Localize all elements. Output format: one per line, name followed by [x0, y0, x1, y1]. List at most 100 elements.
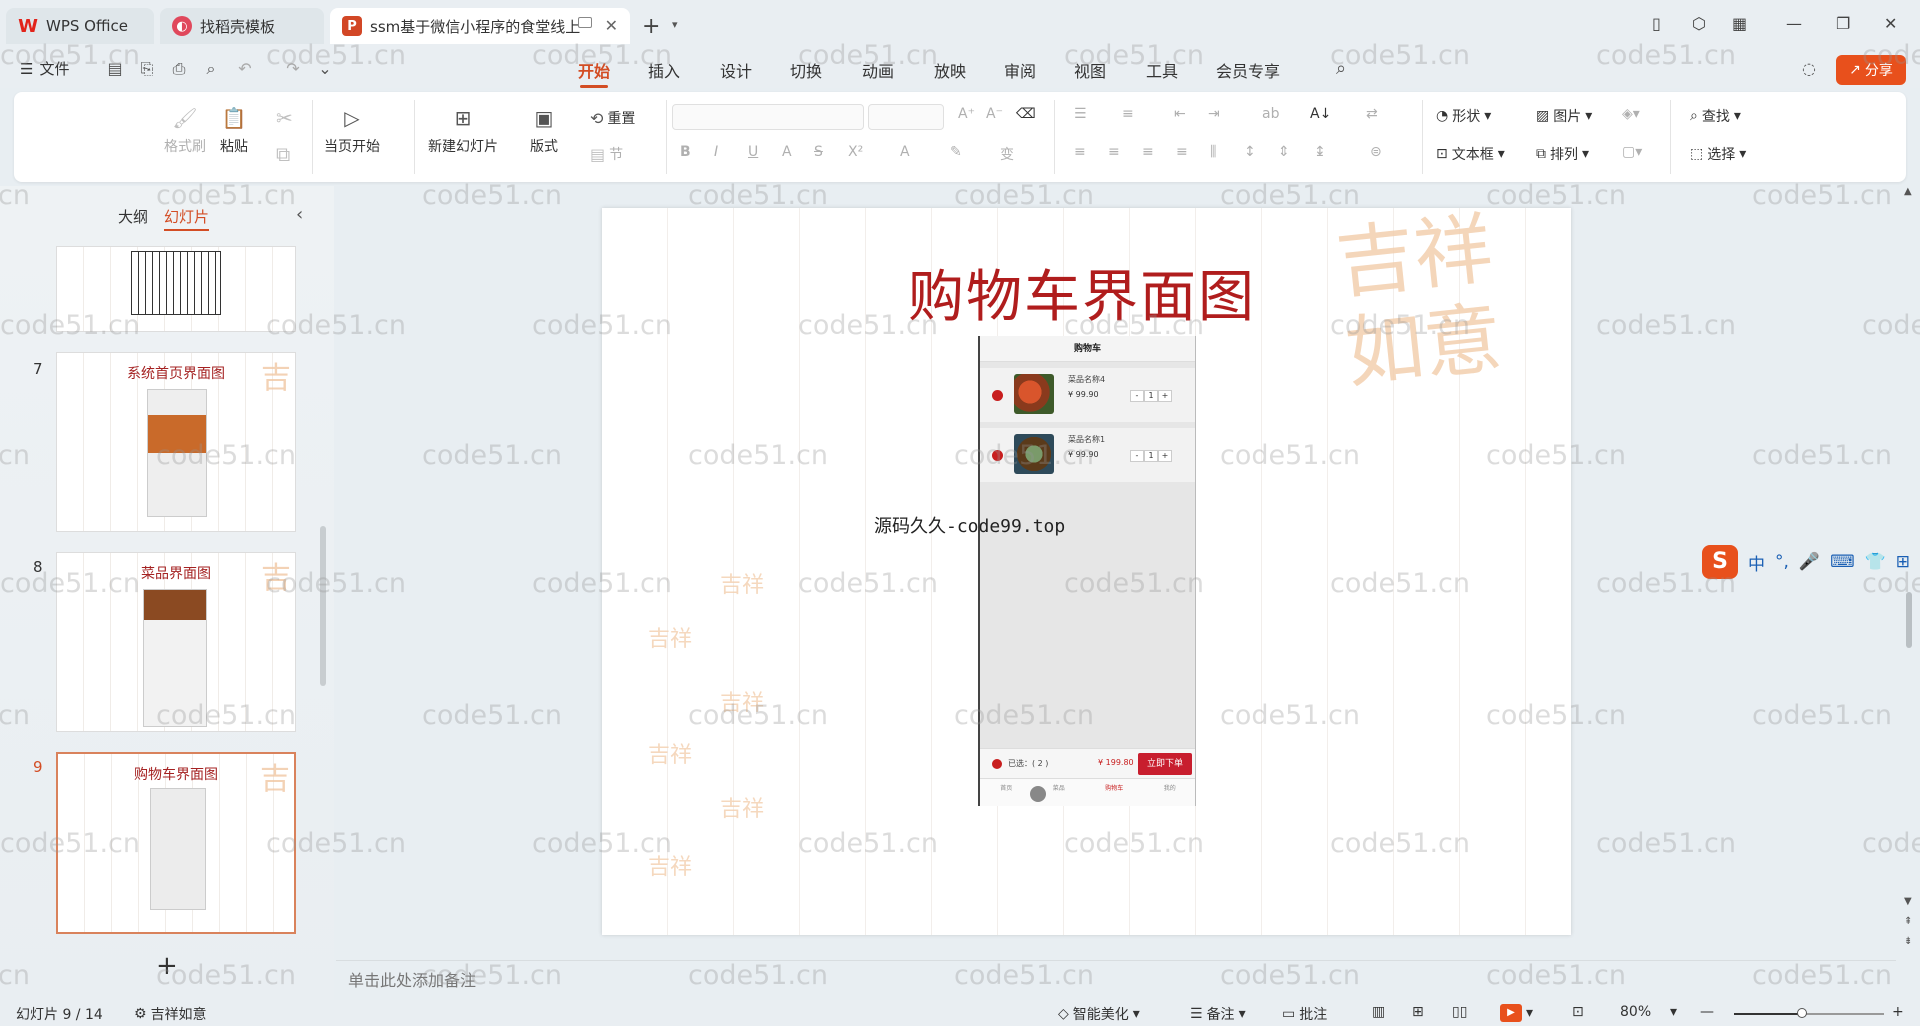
zoom-in-icon[interactable]: + [1892, 1004, 1904, 1020]
file-menu[interactable]: ☰ 文件 [20, 58, 69, 79]
slide-canvas[interactable]: 吉祥如意 吉祥 吉祥 吉祥 吉祥 吉祥 吉祥 购物车界面图 购物车 菜品名称4 … [602, 208, 1571, 935]
fill-icon[interactable]: ◈▾ [1622, 106, 1640, 122]
tab-design[interactable]: 设计 [720, 58, 752, 82]
chat-icon[interactable]: ◌ [1800, 60, 1818, 78]
align-left-icon[interactable]: ≡ [1074, 144, 1086, 160]
share-button[interactable]: ↗ 分享 [1836, 55, 1906, 85]
scroll-up-icon[interactable]: ▲ [1904, 186, 1912, 197]
add-slide-icon[interactable]: + [156, 951, 178, 981]
ime-language[interactable]: 中 [1748, 550, 1765, 575]
column-icon[interactable]: ⇕ [1278, 144, 1290, 160]
underline-icon[interactable]: U [748, 144, 758, 160]
keyboard-icon[interactable]: ⌨ [1830, 552, 1855, 572]
beautify-button[interactable]: ◇ 智能美化 ▾ [1058, 1004, 1140, 1024]
tab-home[interactable]: 开始 [578, 58, 610, 88]
tab-daoke-templates[interactable]: ◐ 找稻壳模板 [160, 8, 324, 44]
panel-scrollbar[interactable] [320, 526, 326, 686]
zoom-slider[interactable] [1734, 1008, 1884, 1018]
shadow-icon[interactable]: A [782, 144, 792, 160]
paste-button[interactable]: 📋 粘贴 [220, 106, 248, 156]
bold-icon[interactable]: B [680, 144, 691, 160]
copy-icon[interactable]: ⧉ [276, 142, 290, 166]
new-slide-button[interactable]: ⊞ 新建幻灯片 [428, 106, 498, 156]
ime-toolbar[interactable]: S 中 °, 🎤 ⌨ 👕 ⊞ [1700, 544, 1920, 580]
more-chevron-icon[interactable]: ⌄ [316, 60, 334, 78]
decrease-indent-icon[interactable]: ⇤ [1174, 106, 1186, 122]
search-icon[interactable]: ⌕ [1332, 60, 1350, 78]
eraser-icon[interactable]: ⌫ [1016, 106, 1036, 122]
distribute-icon[interactable]: ⫼ [1210, 144, 1216, 160]
tab-slideshow[interactable]: 放映 [934, 58, 966, 82]
tab-animation[interactable]: 动画 [862, 58, 894, 82]
chevron-down-icon[interactable]: ▾ [672, 18, 678, 31]
slide-thumbnail-6[interactable] [56, 246, 296, 332]
zoom-out-icon[interactable]: — [1700, 1004, 1714, 1020]
microphone-icon[interactable]: 🎤 [1799, 552, 1820, 572]
font-family-select[interactable] [672, 104, 864, 130]
undo-icon[interactable]: ↶ [236, 60, 254, 78]
zoom-level[interactable]: 80% [1620, 1004, 1651, 1020]
layout-button[interactable]: ▣ 版式 [530, 106, 558, 156]
close-window-icon[interactable]: ✕ [1884, 14, 1897, 33]
notes-pane[interactable]: 单击此处添加备注 [336, 960, 1896, 1000]
tab-view[interactable]: 视图 [1074, 58, 1106, 82]
punctuation-icon[interactable]: °, [1775, 552, 1789, 572]
decrease-font-icon[interactable]: A⁻ [986, 106, 1003, 122]
play-slideshow-button[interactable]: ▶ ▾ [1500, 1004, 1533, 1022]
superscript-icon[interactable]: X² [848, 144, 863, 160]
tab-wps-office[interactable]: W WPS Office [6, 8, 154, 44]
reset-button[interactable]: ⟲ 重置 [590, 108, 635, 128]
font-color-icon[interactable]: A [900, 144, 910, 160]
font-size-select[interactable] [868, 104, 944, 130]
tab-review[interactable]: 审阅 [1004, 58, 1036, 82]
text-effect-icon[interactable]: ⇄ [1366, 106, 1378, 122]
reading-view-icon[interactable]: ▯▯ [1452, 1004, 1467, 1020]
picture-button[interactable]: ▨ 图片 ▾ [1536, 106, 1592, 126]
text-align-vertical-icon[interactable]: ⊜ [1370, 144, 1382, 160]
section-button[interactable]: ▤ 节 [590, 144, 623, 164]
textbox-button[interactable]: ⊡ 文本框 ▾ [1436, 144, 1505, 164]
outline-icon[interactable]: ▢▾ [1622, 144, 1642, 160]
avatar[interactable]: ▦ [1732, 14, 1747, 33]
grid-icon[interactable]: ⊞ [1896, 552, 1910, 572]
highlight-icon[interactable]: ✎ [950, 144, 962, 160]
align-right-icon[interactable]: ≡ [1142, 144, 1154, 160]
format-painter-button[interactable]: 🖌 格式刷 [164, 106, 206, 156]
phonetic-icon[interactable]: 变 [1000, 144, 1014, 164]
tab-insert[interactable]: 插入 [648, 58, 680, 82]
play-from-current-button[interactable]: ▷ 当页开始 [324, 106, 380, 156]
minimize-icon[interactable]: — [1786, 14, 1802, 33]
italic-icon[interactable]: I [714, 144, 718, 160]
window-mode-icon[interactable] [578, 17, 592, 28]
tab-tools[interactable]: 工具 [1146, 58, 1178, 82]
line-spacing-icon[interactable]: A↓ [1310, 106, 1331, 122]
skin-icon[interactable]: 👕 [1865, 552, 1886, 572]
slide-thumbnail-9[interactable]: 吉 购物车界面图 [56, 752, 296, 934]
normal-view-icon[interactable]: ▥ [1372, 1004, 1385, 1020]
print-preview-icon[interactable]: ⌕ [202, 60, 220, 78]
tab-current-document[interactable]: P ssm基于微信小程序的食堂线上预约点餐系统 ✕ [330, 8, 630, 44]
arrange-button[interactable]: ⧉ 排列 ▾ [1536, 144, 1589, 164]
tab-outline[interactable]: 大纲 [118, 206, 148, 231]
line-height-icon[interactable]: ↨ [1314, 144, 1326, 160]
slide-title[interactable]: 购物车界面图 [902, 252, 1262, 333]
paragraph-spacing-icon[interactable]: ↕ [1244, 144, 1256, 160]
slide-thumbnail-7[interactable]: 吉 系统首页界面图 [56, 352, 296, 532]
redo-icon[interactable]: ↷ [284, 60, 302, 78]
cut-icon[interactable]: ✂ [276, 106, 293, 130]
justify-icon[interactable]: ≡ [1176, 144, 1188, 160]
increase-font-icon[interactable]: A⁺ [958, 106, 975, 122]
theme-button[interactable]: ⚙ 吉祥如意 [134, 1004, 207, 1024]
slide-sorter-icon[interactable]: ⊞ [1412, 1004, 1424, 1020]
fit-window-icon[interactable]: ⊡ [1572, 1004, 1584, 1020]
cube-icon[interactable]: ⬡ [1692, 14, 1706, 33]
sogou-logo-icon[interactable]: S [1702, 545, 1738, 579]
find-button[interactable]: ⌕ 查找 ▾ [1690, 106, 1741, 126]
zoom-slider-knob[interactable] [1796, 1008, 1807, 1018]
slide-thumbnail-8[interactable]: 吉 菜品界面图 [56, 552, 296, 732]
shape-button[interactable]: ◔ 形状 ▾ [1436, 106, 1491, 126]
tab-slides[interactable]: 幻灯片 [164, 206, 210, 231]
print-icon[interactable]: ⎙ [170, 60, 188, 78]
align-center-icon[interactable]: ≡ [1108, 144, 1120, 160]
increase-indent-icon[interactable]: ⇥ [1208, 106, 1220, 122]
